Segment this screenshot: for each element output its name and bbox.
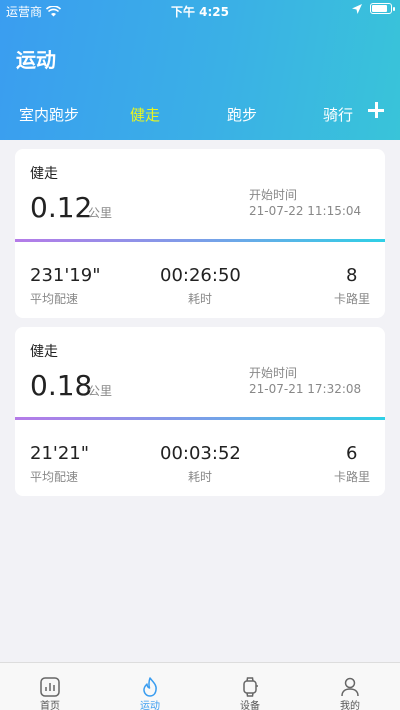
clock: 下午 4:25 (170, 5, 230, 19)
record-distance: 0.12 (30, 191, 93, 224)
tab-run[interactable]: 跑步 (227, 104, 257, 125)
pace-value: 21'21" (30, 443, 90, 464)
sport-tabs: 室内跑步 健走 跑步 骑行 (0, 104, 400, 128)
person-icon (341, 677, 359, 697)
tabbar-item-device[interactable]: 设备 (210, 663, 290, 710)
tab-indoor-run[interactable]: 室内跑步 (19, 104, 79, 125)
pace-label: 平均配速 (30, 470, 79, 484)
record-type: 健走 (30, 344, 58, 360)
bottom-tab-bar: 首页 运动 设备 我的 (0, 662, 400, 710)
tab-cycling[interactable]: 骑行 (323, 104, 353, 125)
header: 运营商 下午 4:25 运动 室内跑步 健走 跑步 骑行 (0, 0, 400, 140)
calories-value: 8 (346, 265, 358, 286)
tabbar-label: 设备 (240, 701, 260, 710)
start-time-value: 21-07-21 17:32:08 (249, 382, 362, 396)
calories-value: 6 (346, 443, 358, 464)
tabbar-item-home[interactable]: 首页 (10, 663, 90, 710)
status-bar: 运营商 下午 4:25 (0, 0, 400, 20)
distance-unit: 公里 (88, 384, 113, 398)
start-time-label: 开始时间 (249, 188, 298, 202)
tabbar-item-me[interactable]: 我的 (310, 663, 390, 710)
record-distance: 0.18 (30, 369, 93, 402)
tabbar-label: 运动 (140, 701, 160, 710)
calories-label: 卡路里 (334, 292, 371, 306)
gradient-divider (15, 417, 385, 420)
record-card[interactable]: 健走 0.12 公里 开始时间 21-07-22 11:15:04 231'19… (15, 149, 385, 318)
distance-unit: 公里 (88, 206, 113, 220)
start-time-value: 21-07-22 11:15:04 (249, 204, 362, 218)
flame-icon (143, 677, 157, 697)
record-card[interactable]: 健走 0.18 公里 开始时间 21-07-21 17:32:08 21'21"… (15, 327, 385, 496)
pace-label: 平均配速 (30, 292, 79, 306)
page-title: 运动 (16, 48, 56, 72)
start-time-label: 开始时间 (249, 366, 298, 380)
record-type: 健走 (30, 166, 58, 182)
chart-icon (40, 677, 60, 697)
gradient-divider (15, 239, 385, 242)
tabbar-label: 首页 (40, 701, 60, 710)
tabbar-item-sport[interactable]: 运动 (110, 663, 190, 710)
duration-value: 00:26:50 (160, 265, 241, 286)
watch-icon (243, 677, 258, 697)
tabbar-label: 我的 (340, 701, 360, 710)
location-arrow-icon (352, 3, 362, 14)
tab-walk[interactable]: 健走 (130, 104, 160, 125)
calories-label: 卡路里 (334, 470, 371, 484)
battery-icon (370, 3, 395, 14)
add-icon[interactable] (366, 100, 386, 120)
duration-label: 耗时 (188, 470, 213, 484)
duration-value: 00:03:52 (160, 443, 241, 464)
duration-label: 耗时 (188, 292, 213, 306)
pace-value: 231'19" (30, 265, 101, 286)
